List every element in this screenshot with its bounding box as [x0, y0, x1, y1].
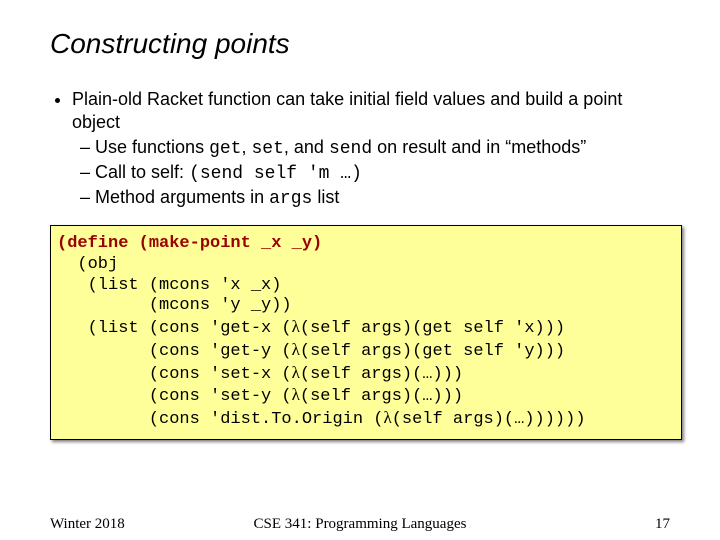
- sub-bullet-3: Method arguments in args list: [80, 186, 670, 211]
- code-line-9b: (self args)(…)))))): [392, 410, 586, 429]
- slide: Constructing points Plain-old Racket fun…: [0, 0, 720, 540]
- sub-bullet-1: Use functions get, set, and send on resu…: [80, 136, 670, 161]
- bullet-list: Plain-old Racket function can take initi…: [50, 88, 670, 211]
- bullet-top-text: Plain-old Racket function can take initi…: [72, 89, 622, 132]
- lambda-icon: λ: [292, 385, 300, 404]
- code-line-2: (obj: [57, 255, 118, 274]
- code-line-6b: (self args)(get self 'y))): [300, 342, 565, 361]
- lambda-icon: λ: [383, 408, 391, 427]
- sub-bullet-list: Use functions get, set, and send on resu…: [72, 136, 670, 211]
- slide-title: Constructing points: [50, 28, 670, 60]
- code-line-9a: (cons 'dist.To.Origin (: [57, 410, 383, 429]
- bullet-top: Plain-old Racket function can take initi…: [72, 88, 670, 211]
- lambda-icon: λ: [292, 363, 300, 382]
- lambda-icon: λ: [292, 340, 300, 359]
- lambda-icon: λ: [292, 317, 300, 336]
- code-line-5a: (list (cons 'get-x (: [57, 319, 292, 338]
- code-line-5b: (self args)(get self 'x))): [300, 319, 565, 338]
- code-line-1: (define (make-point _x _y): [57, 234, 322, 253]
- footer-center: CSE 341: Programming Languages: [50, 516, 670, 533]
- code-line-7b: (self args)(…))): [300, 365, 463, 384]
- sub-bullet-2: Call to self: (send self 'm …): [80, 161, 670, 186]
- code-line-8a: (cons 'set-y (: [57, 387, 292, 406]
- code-line-7a: (cons 'set-x (: [57, 365, 292, 384]
- code-block: (define (make-point _x _y) (obj (list (m…: [50, 225, 682, 440]
- code-line-6a: (cons 'get-y (: [57, 342, 292, 361]
- footer-page: 17: [655, 516, 670, 533]
- code-line-8b: (self args)(…))): [300, 387, 463, 406]
- code-line-4: (mcons 'y _y)): [57, 296, 292, 315]
- code-line-3: (list (mcons 'x _x): [57, 276, 281, 295]
